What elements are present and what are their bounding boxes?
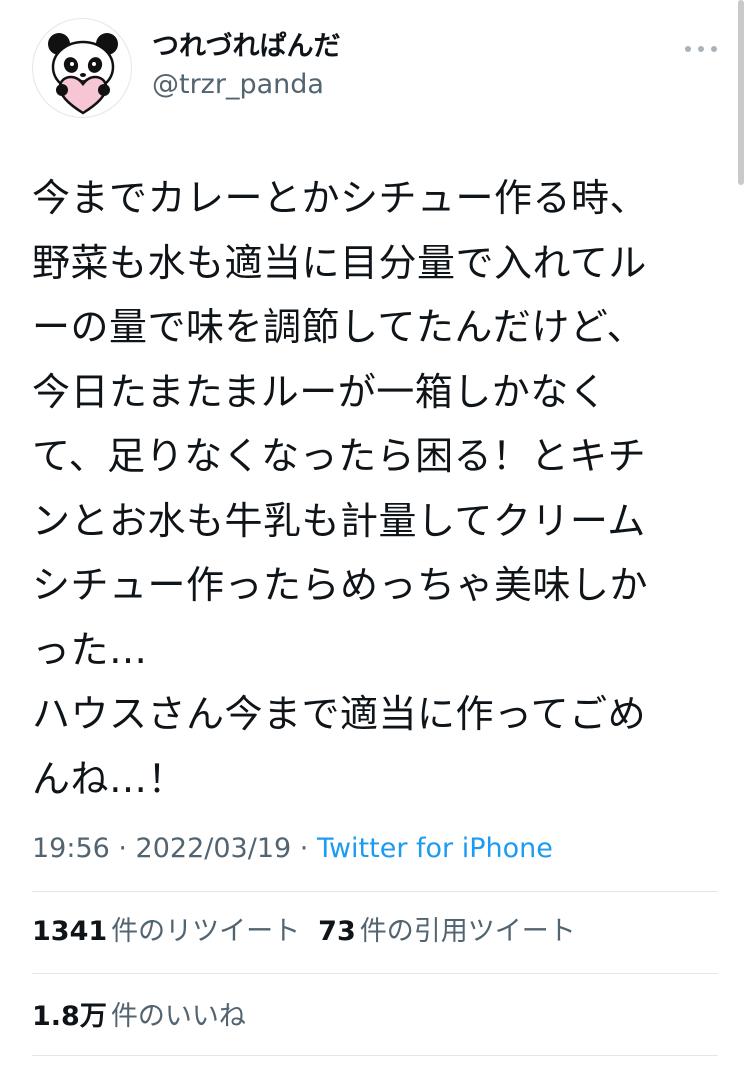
quote-count: 73: [318, 916, 356, 947]
panda-holding-heart-icon: [48, 33, 118, 115]
retweets-stat[interactable]: 1341 件のリツイート: [32, 915, 300, 949]
engagement-stats: 1341 件のリツイート 73 件の引用ツイート: [32, 915, 576, 949]
scrollbar[interactable]: [738, 0, 744, 185]
author-handle[interactable]: @trzr_panda: [152, 68, 324, 102]
like-label: 件のいいね: [110, 1001, 246, 1032]
tweet-source-link[interactable]: Twitter for iPhone: [317, 833, 553, 864]
quotes-stat[interactable]: 73 件の引用ツイート: [318, 915, 576, 949]
likes-stat[interactable]: 1.8万 件のいいね: [32, 1000, 246, 1034]
more-dot: [698, 46, 704, 52]
more-options-icon[interactable]: [685, 37, 717, 61]
divider: [32, 891, 718, 892]
avatar[interactable]: [32, 18, 132, 118]
retweet-label: 件のリツイート: [111, 916, 301, 947]
likes-stats: 1.8万 件のいいね: [32, 1000, 246, 1034]
more-dot: [685, 46, 691, 52]
more-dot: [711, 46, 717, 52]
quote-label: 件の引用ツイート: [359, 916, 576, 947]
tweet-timestamp[interactable]: 19:56 · 2022/03/19 ·: [32, 833, 317, 864]
divider: [32, 1055, 718, 1056]
author-display-name[interactable]: つれづれぱんだ: [152, 30, 340, 64]
tweet-text: 今までカレーとかシチュー作る時、 野菜も水も適当に目分量で入れてル ーの量で味を…: [32, 176, 649, 801]
like-count: 1.8万: [32, 1001, 107, 1032]
divider: [32, 973, 718, 974]
retweet-count: 1341: [32, 916, 108, 947]
tweet-meta: 19:56 · 2022/03/19 · Twitter for iPhone: [32, 832, 553, 866]
